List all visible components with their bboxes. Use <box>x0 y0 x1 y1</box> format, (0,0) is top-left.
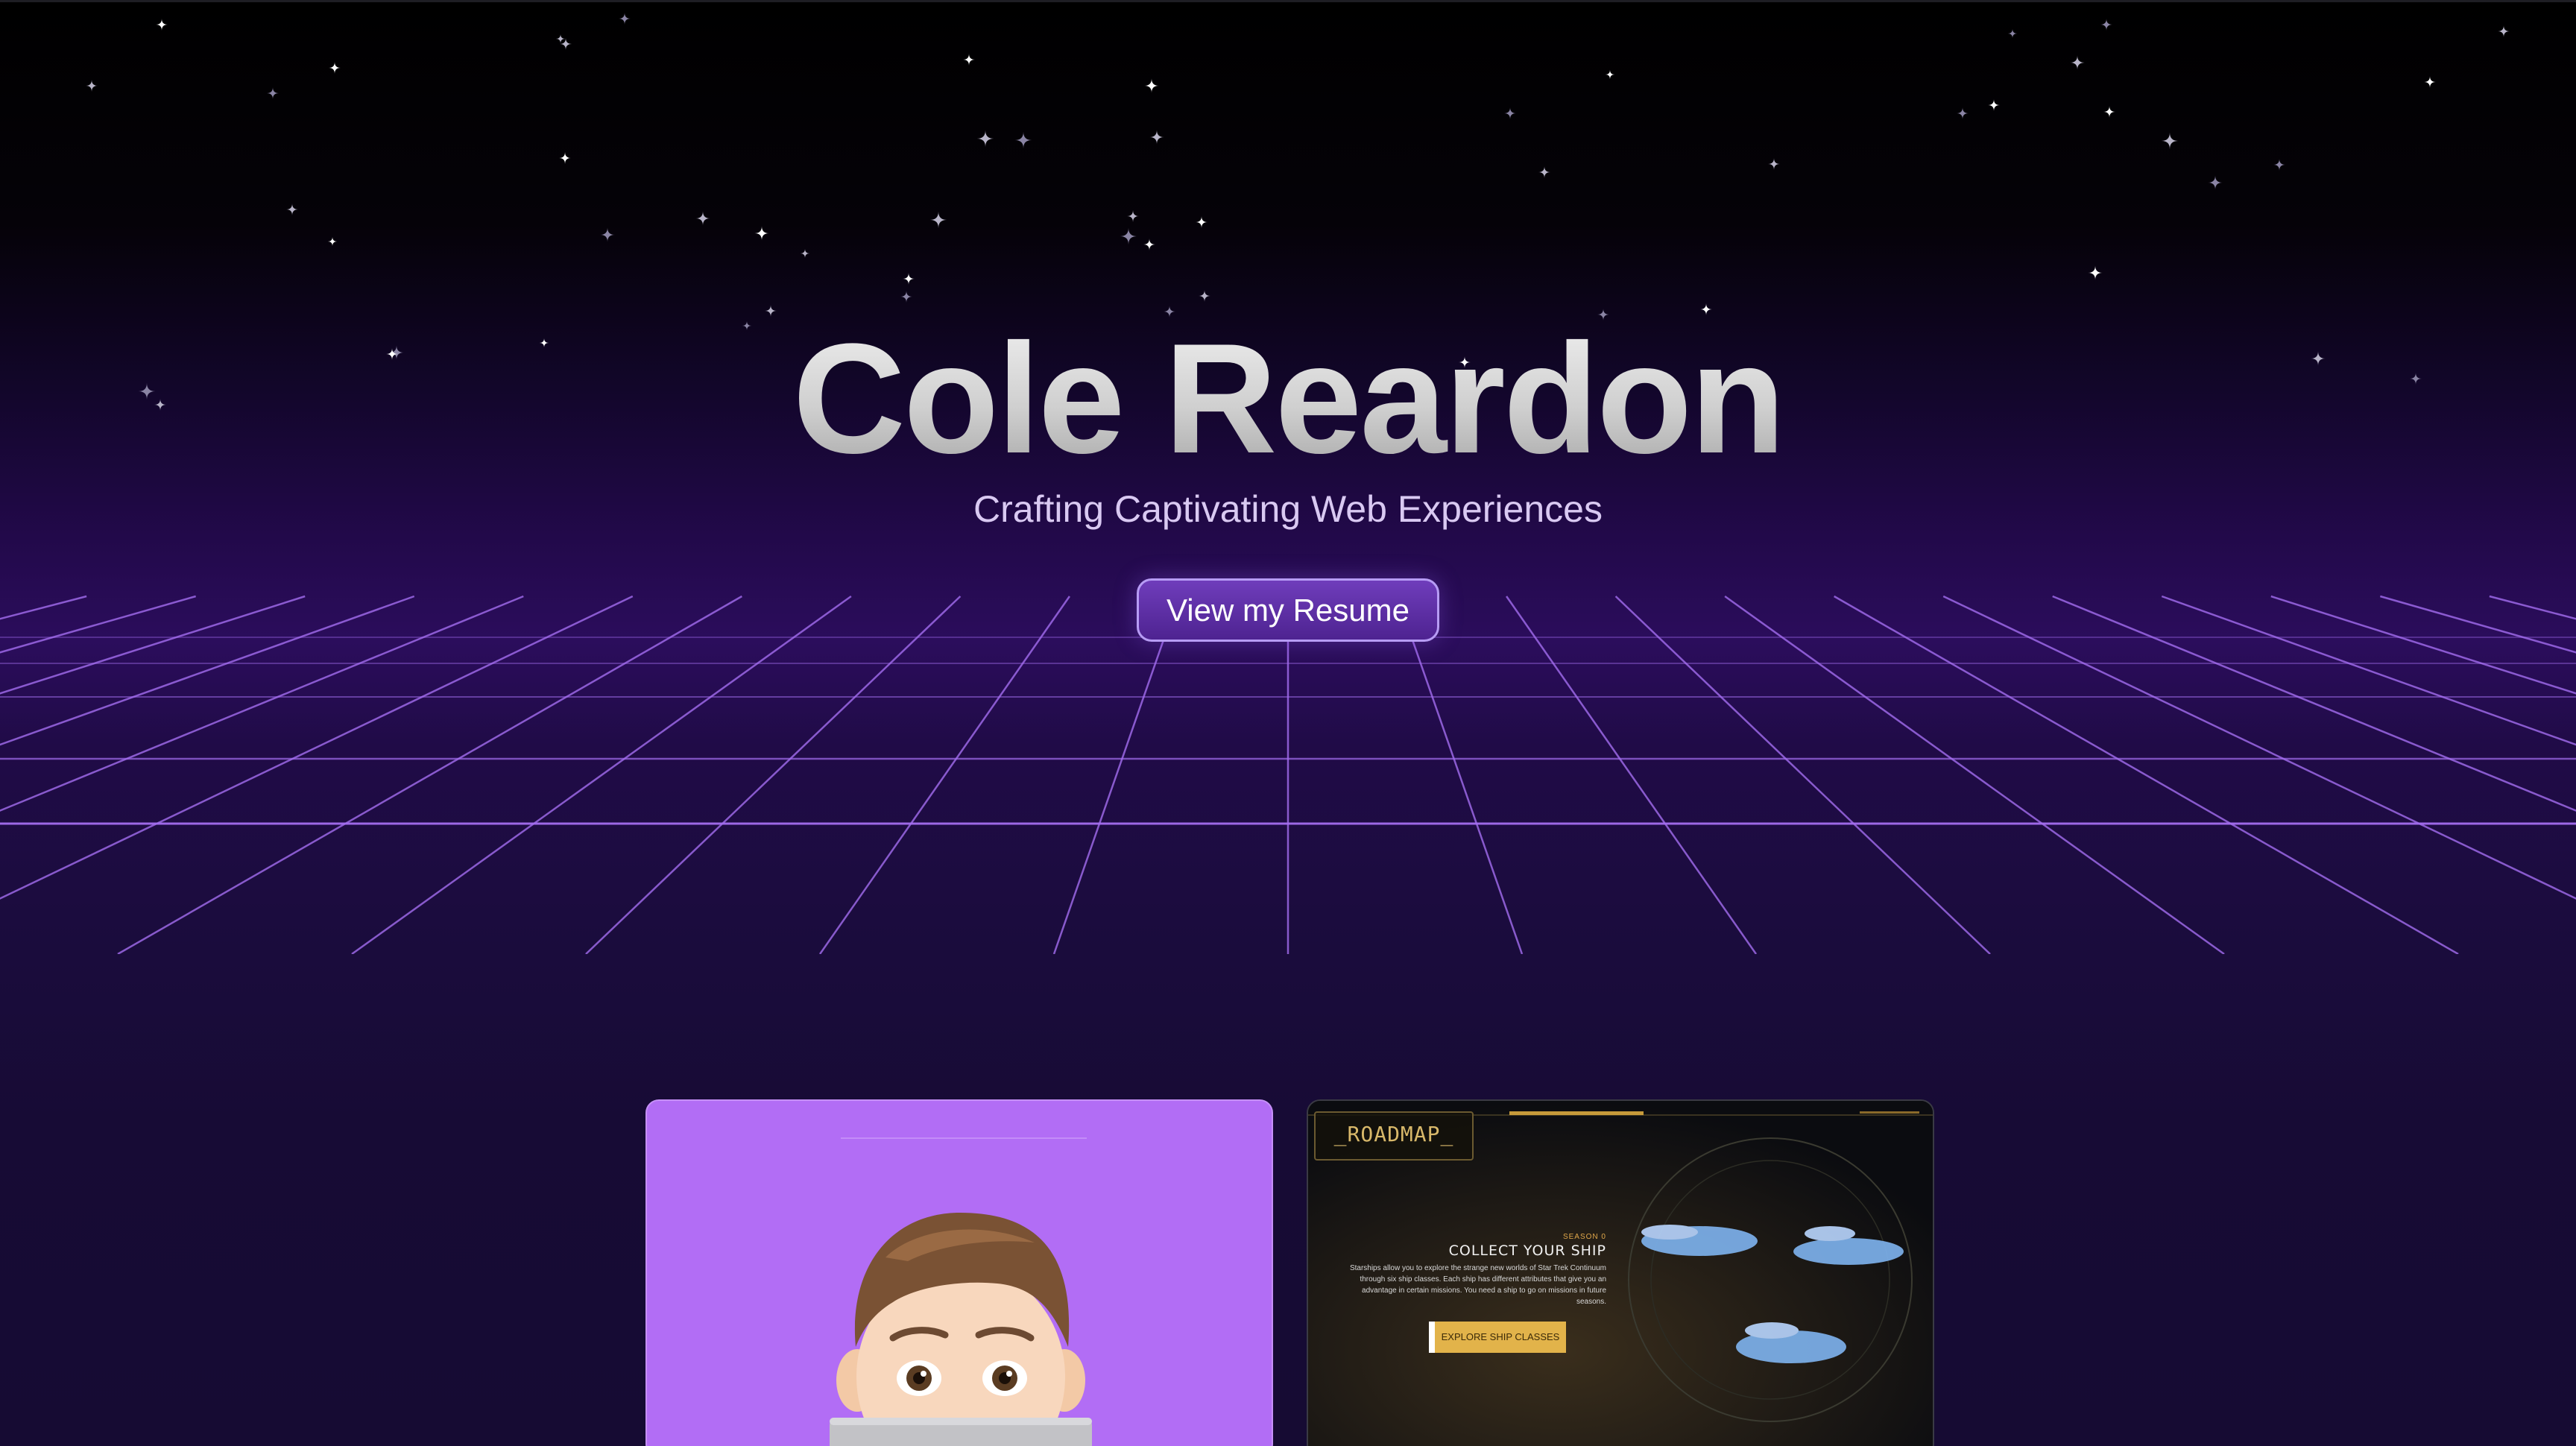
star-sparkle <box>1605 69 1615 80</box>
star-sparkle <box>600 227 615 242</box>
star-sparkle <box>1957 107 1969 119</box>
star-sparkle <box>329 62 341 74</box>
star-sparkle <box>2007 28 2018 39</box>
star-sparkle <box>156 19 168 31</box>
star-sparkle <box>286 203 298 215</box>
star-sparkle <box>1014 131 1032 149</box>
star-sparkle <box>1196 216 1208 228</box>
star-sparkle <box>1127 210 1139 222</box>
star-sparkle <box>1149 130 1164 145</box>
star-sparkle <box>2103 106 2115 118</box>
roadmap-heading: COLLECT YOUR SHIP <box>1448 1243 1606 1259</box>
grid-vertical-line <box>585 596 962 954</box>
star-sparkle <box>695 211 710 226</box>
roadmap-season-label: SEASON 0 <box>1562 1233 1606 1241</box>
star-sparkle <box>267 87 279 99</box>
hero-subtitle: Crafting Captivating Web Experiences <box>973 488 1603 530</box>
star-sparkle <box>754 226 769 241</box>
grid-vertical-line <box>1724 595 2225 954</box>
grid-vertical-line <box>1942 595 2576 900</box>
grid-vertical-line <box>351 595 852 954</box>
star-sparkle <box>555 34 566 44</box>
grid-vertical-line <box>0 595 415 746</box>
star-sparkle <box>1120 227 1137 245</box>
star-sparkle <box>2208 175 2223 190</box>
star-sparkle <box>1144 78 1159 93</box>
star-sparkle <box>2161 132 2179 150</box>
star-sparkle <box>2498 25 2510 37</box>
grid-vertical-line <box>1396 596 1524 954</box>
star-sparkle <box>976 130 994 148</box>
star-sparkle <box>1143 239 1155 250</box>
grid-vertical-line <box>1834 595 2459 954</box>
star-sparkle <box>2273 159 2285 171</box>
star-sparkle <box>2070 55 2085 70</box>
grid-vertical-line <box>1052 596 1180 954</box>
star-sparkle <box>2100 19 2112 31</box>
grid-vertical-line <box>0 595 634 900</box>
star-sparkle <box>1199 290 1210 302</box>
roadmap-body-text: Starships allow you to explore the stran… <box>1349 1264 1606 1306</box>
star-sparkle <box>619 13 631 25</box>
star-sparkle <box>2424 76 2436 88</box>
grid-vertical-line <box>0 595 87 620</box>
roadmap-tab-label: _ROADMAP_ <box>1314 1111 1474 1161</box>
grid-vertical-line <box>0 595 197 654</box>
grid-vertical-line <box>1614 596 1991 954</box>
view-resume-button[interactable]: View my Resume <box>1137 578 1439 642</box>
star-sparkle <box>963 54 975 66</box>
grid-vertical-line <box>1506 596 1758 954</box>
portfolio-page: Cole Reardon Crafting Captivating Web Ex… <box>0 0 2576 1446</box>
star-sparkle <box>327 236 338 247</box>
explore-ship-classes-button[interactable]: EXPLORE SHIP CLASSES <box>1429 1322 1566 1353</box>
star-sparkle <box>559 152 571 164</box>
hero-title: Cole Reardon <box>0 302 2576 496</box>
star-sparkle <box>1538 166 1550 178</box>
star-sparkle <box>800 248 810 259</box>
star-sparkle <box>929 211 947 229</box>
project-card-avatar[interactable] <box>645 1099 1273 1446</box>
star-sparkle <box>1504 107 1516 119</box>
grid-vertical-line <box>2489 595 2576 620</box>
memoji-avatar-image <box>830 1137 1092 1446</box>
grid-vertical-line <box>117 595 742 954</box>
project-card-roadmap[interactable]: _ROADMAP_ SEASON 0 COLLECT YOUR SHIP Sta… <box>1307 1099 1934 1446</box>
star-sparkle <box>903 273 915 285</box>
star-sparkle <box>900 291 912 303</box>
star-sparkle <box>1988 99 2000 111</box>
star-sparkle <box>2088 265 2103 280</box>
star-sparkle <box>86 80 98 92</box>
grid-vertical-line <box>2161 595 2576 746</box>
star-sparkle <box>1768 158 1780 170</box>
grid-vertical-line <box>818 596 1070 954</box>
grid-vertical-line <box>2379 595 2576 654</box>
